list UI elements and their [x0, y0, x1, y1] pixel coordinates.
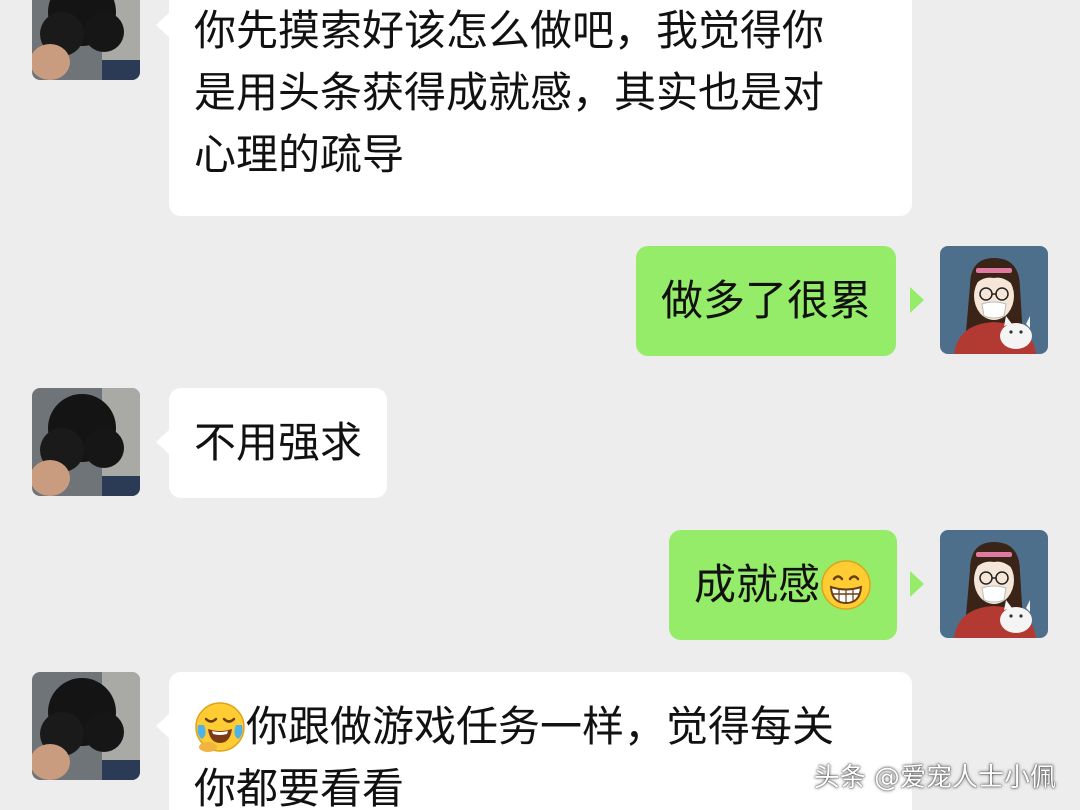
incoming-message-bubble[interactable]: 你跟做游戏任务一样，觉得每关 你都要看看 [169, 672, 912, 810]
bubble-tail [156, 429, 170, 455]
message-text: 你跟做游戏任务一样，觉得每关 [246, 702, 835, 751]
bubble-tail [910, 571, 924, 597]
message-text-line: 做多了很累 [661, 276, 872, 325]
message-text-line: 成就感 [694, 554, 872, 616]
self-avatar[interactable] [940, 246, 1048, 354]
self-avatar[interactable] [940, 530, 1048, 638]
message-text-line: 你都要看看 [194, 764, 405, 810]
message-text-line: 心理的疏导 [194, 130, 405, 179]
bubble-tail [156, 713, 170, 739]
cartoon-girl-with-cat-avatar-icon [940, 246, 1048, 354]
incoming-message-bubble[interactable]: 不用强求 [169, 388, 388, 498]
contact-avatar[interactable] [32, 0, 140, 80]
contact-avatar[interactable] [32, 672, 140, 780]
outgoing-message-bubble[interactable]: 成就感 [669, 530, 898, 640]
chat-screen: 你先摸索好该怎么做吧，我觉得你 是用头条获得成就感，其实也是对 心理的疏导 做多… [0, 0, 1080, 810]
bubble-tail [910, 287, 924, 313]
outgoing-message-bubble[interactable]: 做多了很累 [636, 246, 897, 356]
message-text-line: 不用强求 [194, 418, 363, 467]
bubble-tail [156, 12, 170, 38]
watermark: 头条 @爱宠人士小佩 [813, 763, 1056, 793]
face-with-tears-of-joy-icon [194, 701, 246, 753]
message-text-line: 你跟做游戏任务一样，觉得每关 [194, 696, 887, 758]
contact-avatar[interactable] [32, 388, 140, 496]
message-text: 成就感 [694, 560, 821, 609]
cartoon-girl-with-cat-avatar-icon [940, 530, 1048, 638]
message-text-line: 是用头条获得成就感，其实也是对 [194, 68, 825, 117]
incoming-message-bubble[interactable]: 你先摸索好该怎么做吧，我觉得你 是用头条获得成就感，其实也是对 心理的疏导 [169, 0, 912, 216]
message-text-line: 你先摸索好该怎么做吧，我觉得你 [194, 6, 825, 55]
black-poodle-avatar-icon [32, 672, 140, 780]
grinning-face-icon [820, 559, 872, 611]
black-poodle-avatar-icon [32, 388, 140, 496]
black-poodle-avatar-icon [32, 0, 140, 80]
